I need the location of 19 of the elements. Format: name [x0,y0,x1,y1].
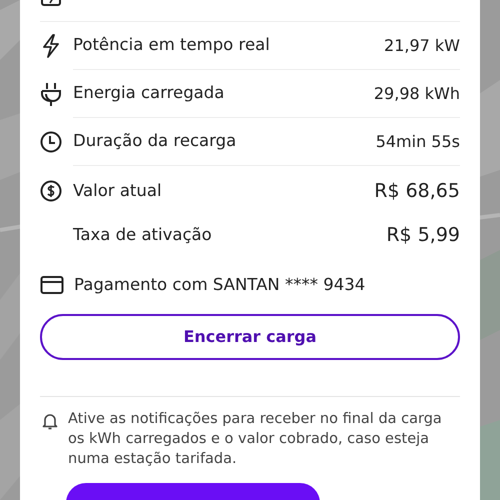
dollar-icon [40,180,62,202]
credit-card-icon [40,275,64,295]
detail-value: 54min 55s [376,130,460,152]
plug-icon [40,82,62,106]
detail-label: Energia carregada [73,82,224,104]
lightning-icon [40,34,62,58]
clock-icon [40,131,62,153]
detail-value: R$ 68,65 [374,178,460,204]
detail-value: R$ 5,99 [386,222,460,248]
detail-value: 29,98 kWh [374,82,460,104]
bell-icon [42,412,58,430]
detail-label: Duração da recarga [73,130,236,152]
detail-label: Potência em tempo real [73,34,270,56]
detail-label: Valor atual [73,180,162,202]
end-charge-button[interactable]: Encerrar carga [40,314,460,360]
notification-hint: Ative as notificações para receber no final da carga os kWh carregados e o valor cobrado, caso esteja numa estação tarifada. [68,410,443,469]
payment-method: Pagamento com SANTAN **** 9434 [74,274,366,296]
detail-value: 21,97 kW [384,34,460,56]
detail-label: Taxa de ativação [73,224,212,246]
